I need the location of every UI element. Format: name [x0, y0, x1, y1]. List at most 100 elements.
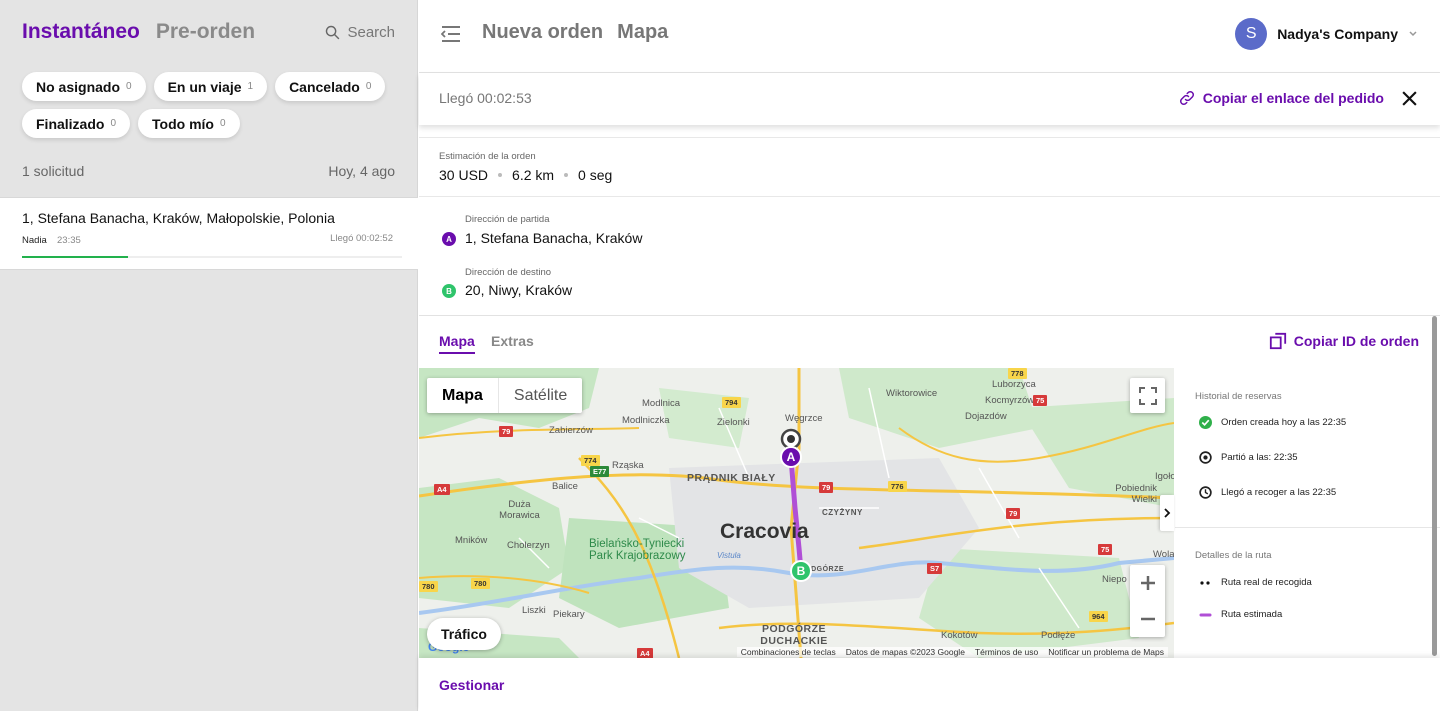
map-label: Wiktorowice [886, 388, 938, 399]
road-sign: A4 [434, 484, 450, 495]
map-label: Cholerzyn [507, 540, 550, 551]
map-label: Zabierzów [549, 425, 593, 436]
copy-link-label: Copiar el enlace del pedido [1202, 90, 1384, 106]
pickup-pin-icon: A [442, 232, 456, 246]
road-sign: 964 [1089, 611, 1108, 622]
route-legend-item: Ruta real de recogida [1199, 577, 1312, 588]
map-label: Wola [1153, 549, 1174, 560]
search-icon [326, 25, 340, 40]
history-title: Historial de reservas [1195, 391, 1282, 402]
route-details-title: Detalles de la ruta [1195, 550, 1272, 561]
order-time: 23:35 [57, 235, 81, 246]
road-sign: A4 [637, 648, 653, 658]
attribution-terms[interactable]: Términos de uso [975, 647, 1038, 657]
chip-en-un-viaje[interactable]: En un viaje 1 [153, 72, 268, 101]
close-icon[interactable] [1401, 90, 1418, 112]
tab-pre-orden[interactable]: Pre-orden [156, 20, 255, 44]
chip-cancelado[interactable]: Cancelado 0 [275, 72, 386, 101]
order-progress-bar [22, 256, 402, 258]
menu-collapse-icon[interactable] [440, 25, 461, 48]
pickup-address: 1, Stefana Banacha, Kraków [465, 230, 643, 246]
check-circle-icon [1199, 416, 1212, 429]
search-label: Search [347, 24, 395, 41]
estimate-label: Estimación de la orden [439, 151, 536, 162]
company-name: Nadya's Company [1277, 26, 1398, 42]
order-address: 1, Stefana Banacha, Kraków, Małopolskie,… [22, 210, 335, 226]
history-toggle-button[interactable] [1160, 495, 1174, 531]
road-sign: 778 [1008, 368, 1027, 379]
destination-marker[interactable]: B [790, 560, 812, 582]
order-card[interactable]: 1, Stefana Banacha, Kraków, Małopolskie,… [0, 197, 418, 270]
chip-label: Finalizado [36, 115, 105, 132]
route-map[interactable]: Modlnica Wiktorowice Luborzyca Kocmyrzów… [419, 368, 1174, 658]
tab-instantaneo[interactable]: Instantáneo [22, 20, 140, 44]
top-header: Nueva orden Mapa S Nadya's Company [419, 0, 1440, 73]
chip-finalizado[interactable]: Finalizado 0 [22, 109, 131, 138]
tab-map[interactable]: Mapa [439, 333, 475, 354]
requests-count: 1 solicitud [22, 163, 85, 179]
tab-nueva-orden[interactable]: Nueva orden [482, 21, 603, 44]
dotted-line-icon [1200, 580, 1210, 585]
order-type-tabs: Instantáneo Pre-orden [22, 20, 255, 44]
chip-count: 0 [219, 118, 226, 129]
order-estimate: Estimación de la orden 30 USD 6.2 km 0 s… [419, 137, 1440, 197]
road-sign: 79 [1006, 508, 1021, 519]
history-text: Partió a las: 22:35 [1221, 452, 1298, 463]
tab-mapa[interactable]: Mapa [617, 21, 668, 44]
map-label: Balice [552, 481, 578, 492]
map-label: Liszki [522, 605, 546, 616]
map-label: PRĄDNIK BIAŁY [687, 472, 776, 484]
search-button[interactable]: Search [324, 24, 395, 41]
chip-count: 0 [365, 81, 372, 92]
estimate-distance: 6.2 km [512, 167, 555, 183]
map-label: Piekary [553, 609, 585, 620]
chip-no-asignado[interactable]: No asignado 0 [22, 72, 146, 101]
chip-label: Todo mío [152, 115, 214, 132]
company-switcher[interactable]: S Nadya's Company [1235, 18, 1418, 50]
history-text: Orden creada hoy a las 22:35 [1221, 417, 1347, 428]
route-legend-text: Ruta real de recogida [1221, 577, 1312, 588]
zoom-control [1130, 565, 1165, 637]
route-legend-item: Ruta estimada [1199, 609, 1282, 620]
map-label: Węgrzce [785, 413, 823, 424]
chip-todo-mio[interactable]: Todo mío 0 [138, 109, 240, 138]
road-sign: 75 [1033, 395, 1048, 406]
pickup-marker[interactable]: A [780, 446, 802, 468]
copy-icon [1269, 332, 1286, 350]
header-tabs: Nueva orden Mapa [482, 21, 668, 44]
fullscreen-icon[interactable] [1130, 378, 1165, 413]
copy-order-link-button[interactable]: Copiar el enlace del pedido [1178, 89, 1384, 107]
map-type-map-button[interactable]: Mapa [427, 378, 499, 413]
traffic-toggle[interactable]: Tráfico [427, 618, 501, 650]
map-label: Igołom [1155, 471, 1174, 482]
scrollbar[interactable] [1432, 316, 1437, 656]
tab-extras[interactable]: Extras [491, 333, 534, 349]
list-date: Hoy, 4 ago [328, 163, 395, 179]
route-legend-text: Ruta estimada [1221, 609, 1283, 620]
zoom-in-icon[interactable] [1130, 565, 1165, 601]
road-sign: 774 [581, 455, 600, 466]
order-addresses: Dirección de partida A 1, Stefana Banach… [419, 198, 1440, 316]
attribution-keyboard[interactable]: Combinaciones de teclas [741, 647, 836, 657]
zoom-out-icon[interactable] [1130, 601, 1165, 637]
avatar: S [1235, 18, 1268, 50]
separator-dot [498, 173, 503, 177]
road-sign: 79 [499, 426, 514, 437]
separator-dot [564, 173, 569, 177]
estimate-duration: 0 seg [578, 167, 613, 183]
copy-order-id-button[interactable]: Copiar ID de orden [1269, 332, 1419, 350]
map-label: Bielańsko-Tyniecki Park Krajobrazowy [589, 538, 686, 562]
chip-label: Cancelado [289, 78, 360, 95]
estimate-price: 30 USD [439, 167, 489, 183]
road-sign: E77 [590, 466, 610, 477]
map-label: Rząska [612, 460, 644, 471]
booking-history: Historial de reservas Orden creada hoy a… [1175, 368, 1440, 658]
arrived-time: Llegó 00:02:53 [439, 90, 532, 106]
map-type-satellite-button[interactable]: Satélite [499, 378, 582, 413]
manage-button[interactable]: Gestionar [439, 677, 504, 693]
attribution-report[interactable]: Notificar un problema de Maps [1048, 647, 1164, 657]
map-label: Kokotów [941, 630, 978, 641]
road-sign: 75 [1098, 544, 1113, 555]
map-label: Modlnica [642, 398, 681, 409]
chip-count: 0 [126, 81, 132, 92]
